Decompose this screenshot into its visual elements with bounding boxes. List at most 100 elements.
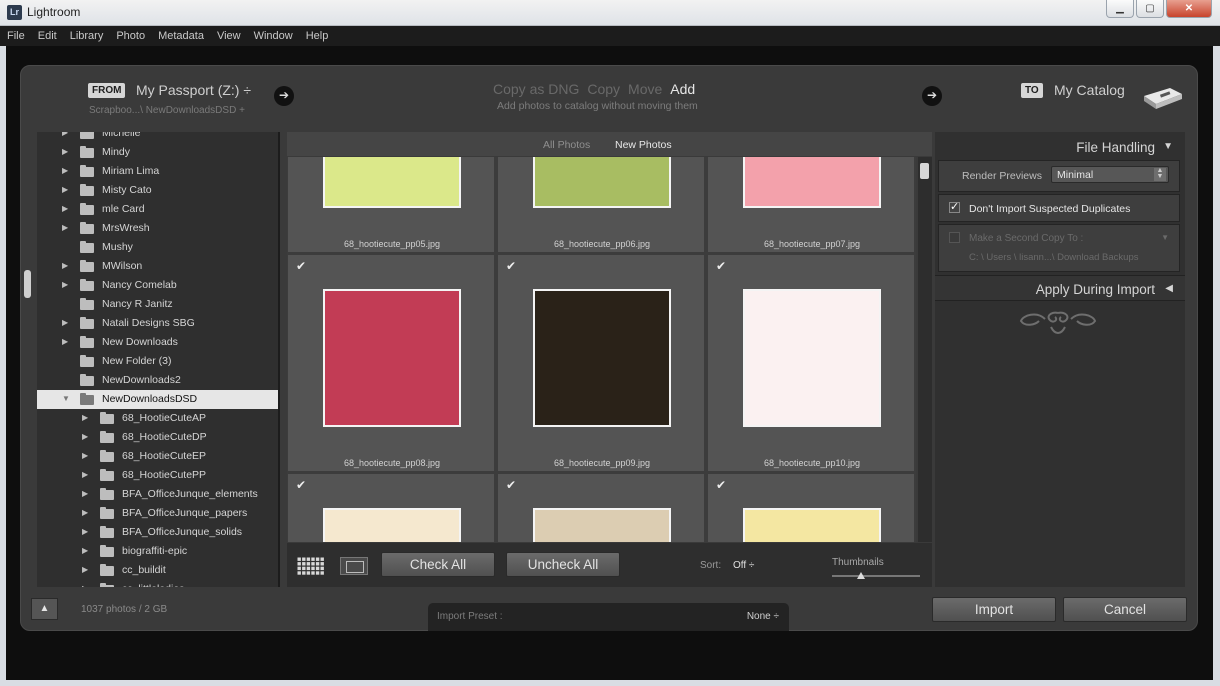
mode-move[interactable]: Move: [628, 81, 662, 97]
source-selector[interactable]: My Passport (Z:) ÷: [136, 82, 251, 98]
folder-row[interactable]: ▶ cc_littleladies: [37, 580, 278, 587]
folder-row[interactable]: ▶ MrsWresh: [37, 219, 278, 238]
folder-row[interactable]: ▶ 68_HootieCuteAP: [37, 409, 278, 428]
disclosure-closed-icon[interactable]: ▶: [82, 432, 88, 441]
disclosure-closed-icon[interactable]: ▶: [62, 318, 68, 327]
slider-knob[interactable]: [857, 572, 866, 579]
photo-thumbnail[interactable]: [533, 508, 671, 542]
sort-dropdown[interactable]: Off ÷: [733, 560, 754, 571]
menu-help[interactable]: Help: [299, 27, 335, 42]
folder-row[interactable]: ▶ 68_HootieCuteDP: [37, 428, 278, 447]
disclosure-closed-icon[interactable]: ▶: [62, 337, 68, 346]
disclosure-closed-icon[interactable]: ▶: [82, 565, 88, 574]
check-all-button[interactable]: Check All: [381, 552, 495, 577]
thumbnail-size-slider[interactable]: [832, 575, 920, 577]
folder-row[interactable]: ▶ BFA_OfficeJunque_solids: [37, 523, 278, 542]
folder-row[interactable]: ▶ MWilson: [37, 257, 278, 276]
disclosure-closed-icon[interactable]: ▶: [62, 204, 68, 213]
folder-row[interactable]: ▶ cc_buildit: [37, 561, 278, 580]
folder-row[interactable]: ▶ 68_HootieCutePP: [37, 466, 278, 485]
disclosure-closed-icon[interactable]: ▶: [62, 147, 68, 156]
folder-row[interactable]: ▶ 68_HootieCuteEP: [37, 447, 278, 466]
disclosure-closed-icon[interactable]: ▶: [82, 470, 88, 479]
disclosure-closed-icon[interactable]: ▶: [62, 223, 68, 232]
photo-thumbnail[interactable]: [533, 157, 671, 208]
grid-scrollbar[interactable]: [918, 157, 932, 542]
disclosure-closed-icon[interactable]: ▶: [82, 451, 88, 460]
disclosure-closed-icon[interactable]: ▶: [82, 584, 88, 587]
render-previews-dropdown[interactable]: Minimal ▲ ▼: [1051, 166, 1169, 183]
expand-up-button[interactable]: ▲: [31, 598, 58, 620]
photo-cell[interactable]: ✔ 68_hootiecute_pp08.jpg: [287, 254, 495, 472]
folder-row[interactable]: ▶ BFA_OfficeJunque_elements: [37, 485, 278, 504]
photo-checkbox[interactable]: ✔: [716, 260, 728, 272]
folder-row[interactable]: ▶ biograffiti-epic: [37, 542, 278, 561]
disclosure-closed-icon[interactable]: ▶: [82, 413, 88, 422]
photo-checkbox[interactable]: ✔: [506, 260, 518, 272]
menu-view[interactable]: View: [210, 27, 247, 42]
second-copy-dropdown-icon[interactable]: ▼: [1161, 233, 1169, 242]
disclosure-closed-icon[interactable]: ▶: [82, 508, 88, 517]
disclosure-closed-icon[interactable]: ▶: [62, 185, 68, 194]
photo-cell[interactable]: ✔ 68_hootiecute_pp09.jpg: [497, 254, 705, 472]
folder-row[interactable]: ▶ Mindy: [37, 143, 278, 162]
folder-row[interactable]: NewDownloads2: [37, 371, 278, 390]
photo-thumbnail[interactable]: [743, 289, 881, 427]
photo-checkbox[interactable]: ✔: [716, 479, 728, 491]
arrow-right-icon[interactable]: ➔: [274, 86, 294, 106]
photo-cell[interactable]: ✔68_hootiecute_pp06.jpg: [497, 157, 705, 253]
photo-thumbnail[interactable]: [323, 508, 461, 542]
photo-cell[interactable]: ✔: [497, 473, 705, 542]
dont-import-duplicates-checkbox[interactable]: ✓: [949, 202, 960, 213]
photo-thumbnail[interactable]: [743, 508, 881, 542]
folder-row[interactable]: ▶ Nancy Comelab: [37, 276, 278, 295]
folder-row[interactable]: ▼ NewDownloadsDSD: [37, 390, 278, 409]
photo-cell[interactable]: ✔: [707, 473, 915, 542]
folder-row[interactable]: Mushy: [37, 238, 278, 257]
folder-row[interactable]: ▶ Miriam Lima: [37, 162, 278, 181]
uncheck-all-button[interactable]: Uncheck All: [506, 552, 620, 577]
disclosure-closed-icon[interactable]: ▶: [62, 132, 68, 137]
photo-thumbnail[interactable]: [533, 289, 671, 427]
folder-row[interactable]: ▶ mle Card: [37, 200, 278, 219]
photo-checkbox[interactable]: ✔: [506, 479, 518, 491]
minimize-button[interactable]: ▁: [1106, 0, 1134, 18]
close-window-button[interactable]: ✕: [1166, 0, 1212, 18]
maximize-button[interactable]: ▢: [1136, 0, 1164, 18]
menu-library[interactable]: Library: [63, 27, 110, 42]
photo-checkbox[interactable]: ✔: [296, 479, 308, 491]
loupe-view-icon[interactable]: [340, 557, 368, 575]
import-button[interactable]: Import: [932, 597, 1056, 622]
folder-row[interactable]: ▶ Natali Designs SBG: [37, 314, 278, 333]
menu-edit[interactable]: Edit: [31, 27, 63, 42]
photo-thumbnail[interactable]: [323, 289, 461, 427]
photo-thumbnail[interactable]: [323, 157, 461, 208]
menu-window[interactable]: Window: [247, 27, 299, 42]
folder-row[interactable]: ▶ BFA_OfficeJunque_papers: [37, 504, 278, 523]
cancel-button[interactable]: Cancel: [1063, 597, 1187, 622]
menu-metadata[interactable]: Metadata: [151, 27, 210, 42]
left-scrollbar[interactable]: [24, 270, 31, 298]
disclosure-closed-icon[interactable]: ▶: [62, 261, 68, 270]
disclosure-closed-icon[interactable]: ▶: [62, 280, 68, 289]
folder-row[interactable]: New Folder (3): [37, 352, 278, 371]
photo-cell[interactable]: ✔: [287, 473, 495, 542]
tab-all-photos[interactable]: All Photos: [543, 139, 590, 151]
photo-cell[interactable]: ✔ 68_hootiecute_pp10.jpg: [707, 254, 915, 472]
disclosure-closed-icon[interactable]: ▶: [82, 546, 88, 555]
scrollbar-thumb[interactable]: [920, 163, 929, 179]
folder-row[interactable]: ▶ Misty Cato: [37, 181, 278, 200]
arrow-right-icon[interactable]: ➔: [922, 86, 942, 106]
disclosure-closed-icon[interactable]: ▶: [62, 166, 68, 175]
mode-copy-as-dng[interactable]: Copy as DNG: [493, 81, 579, 97]
disclosure-closed-icon[interactable]: ▶: [82, 489, 88, 498]
second-copy-checkbox[interactable]: [949, 232, 960, 243]
destination-selector[interactable]: My Catalog: [1054, 82, 1125, 98]
folder-row[interactable]: ▶ Michelle: [37, 132, 278, 143]
disclosure-open-icon[interactable]: ▼: [62, 394, 70, 403]
file-handling-header[interactable]: File Handling ▼: [935, 134, 1185, 160]
tab-new-photos[interactable]: New Photos: [615, 139, 672, 151]
grid-view-icon[interactable]: [297, 557, 325, 576]
apply-during-import-header[interactable]: Apply During Import ◀: [935, 275, 1185, 301]
photo-cell[interactable]: ✔68_hootiecute_pp05.jpg: [287, 157, 495, 253]
